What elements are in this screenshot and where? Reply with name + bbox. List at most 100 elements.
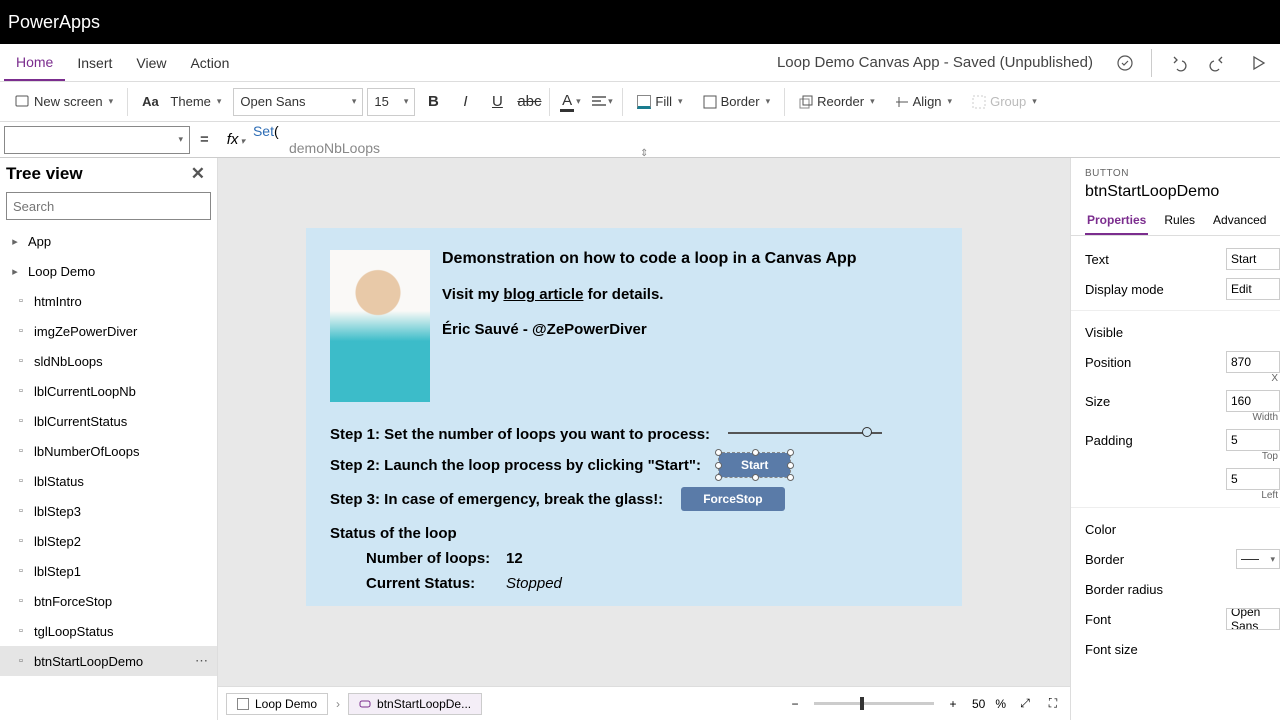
prop-text-input[interactable]: Start xyxy=(1226,248,1280,270)
play-icon[interactable] xyxy=(1244,49,1272,77)
tree-item-label: imgZePowerDiver xyxy=(34,324,137,339)
reorder-button[interactable]: Reorder▾ xyxy=(791,86,883,118)
screen-icon xyxy=(14,94,30,110)
app-checker-icon[interactable] xyxy=(1111,49,1139,77)
close-icon[interactable]: ✕ xyxy=(191,164,205,184)
zoom-pct: % xyxy=(995,697,1006,711)
prop-displaymode-input[interactable]: Edit xyxy=(1226,278,1280,300)
prop-size-width-input[interactable]: 160 xyxy=(1226,390,1280,412)
fit-icon[interactable]: ⤢ xyxy=(1016,696,1034,711)
font-color-button[interactable]: A▾ xyxy=(556,88,584,116)
start-button[interactable]: Start xyxy=(719,453,790,477)
prop-padding-left-input[interactable]: 5 xyxy=(1226,468,1280,490)
more-icon[interactable]: ⋯ xyxy=(195,653,209,669)
prop-displaymode-label: Display mode xyxy=(1085,282,1226,297)
prop-padding-top-input[interactable]: 5 xyxy=(1226,429,1280,451)
control-icon: ▫ xyxy=(14,654,28,668)
tree-item-label: htmIntro xyxy=(34,294,82,309)
prop-visible-label: Visible xyxy=(1085,325,1280,340)
strikethrough-button[interactable]: abc xyxy=(515,88,543,116)
tree-item-label: lblStep3 xyxy=(34,504,81,519)
control-icon: ▫ xyxy=(14,504,28,518)
tab-view[interactable]: View xyxy=(124,44,178,81)
tree-item-Loop Demo[interactable]: ▸Loop Demo xyxy=(0,256,217,286)
card-title: Demonstration on how to code a loop in a… xyxy=(442,250,938,268)
tree-item-htmIntro[interactable]: ▫htmIntro xyxy=(0,286,217,316)
control-icon: ▫ xyxy=(14,594,28,608)
theme-button[interactable]: Aa Theme▾ xyxy=(134,86,229,118)
control-icon: ▫ xyxy=(14,534,28,548)
tree-item-lblCurrentLoopNb[interactable]: ▫lblCurrentLoopNb xyxy=(0,376,217,406)
tree-view-title: Tree view xyxy=(6,164,83,184)
prop-font-input[interactable]: Open Sans xyxy=(1226,608,1280,630)
bold-button[interactable]: B xyxy=(419,88,447,116)
font-select[interactable]: Open Sans▾ xyxy=(233,88,363,116)
tab-insert[interactable]: Insert xyxy=(65,44,124,81)
border-button[interactable]: Border▾ xyxy=(695,86,779,118)
app-title: PowerApps xyxy=(8,12,100,33)
font-size-select[interactable]: 15▾ xyxy=(367,88,415,116)
control-icon: ▫ xyxy=(14,354,28,368)
canvas-footer: Loop Demo › btnStartLoopDe... − + 50 % ⤢… xyxy=(218,686,1070,720)
fx-label[interactable]: fx▾ xyxy=(219,131,253,148)
align-button[interactable]: Align▾ xyxy=(887,86,960,118)
tree-item-label: btnStartLoopDemo xyxy=(34,654,143,669)
tab-action[interactable]: Action xyxy=(178,44,241,81)
tab-rules[interactable]: Rules xyxy=(1162,209,1197,235)
group-button[interactable]: Group▾ xyxy=(964,86,1045,118)
prop-border-input[interactable]: ▾ xyxy=(1236,549,1280,569)
tree-item-lblStatus[interactable]: ▫lblStatus xyxy=(0,466,217,496)
zoom-slider[interactable] xyxy=(814,702,934,705)
blog-link[interactable]: blog article xyxy=(503,286,583,303)
tree-item-btnForceStop[interactable]: ▫btnForceStop xyxy=(0,586,217,616)
tree-item-lblCurrentStatus[interactable]: ▫lblCurrentStatus xyxy=(0,406,217,436)
demo-card: Demonstration on how to code a loop in a… xyxy=(306,228,962,606)
zoom-in-button[interactable]: + xyxy=(944,697,962,711)
prop-color-label: Color xyxy=(1085,522,1280,537)
nloops-value: 12 xyxy=(506,550,523,567)
tree-item-imgZePowerDiver[interactable]: ▫imgZePowerDiver xyxy=(0,316,217,346)
tree-item-sldNbLoops[interactable]: ▫sldNbLoops xyxy=(0,346,217,376)
formula-input[interactable]: Set( demoNbLoops xyxy=(253,122,1276,157)
expand-icon[interactable]: ⛶ xyxy=(1044,696,1062,711)
forcestop-button[interactable]: ForceStop xyxy=(681,487,784,511)
tree-item-tglLoopStatus[interactable]: ▫tglLoopStatus xyxy=(0,616,217,646)
prop-position-x-input[interactable]: 870 xyxy=(1226,351,1280,373)
tree-item-btnStartLoopDemo[interactable]: ▫ btnStartLoopDemo ⋯ xyxy=(0,646,217,676)
author-label: Éric Sauvé - @ZePowerDiver xyxy=(442,321,938,338)
tree-item-lbNumberOfLoops[interactable]: ▫lbNumberOfLoops xyxy=(0,436,217,466)
tree-item-App[interactable]: ▸App xyxy=(0,226,217,256)
tab-advanced[interactable]: Advanced xyxy=(1211,209,1268,235)
prop-padding-label: Padding xyxy=(1085,433,1226,448)
tree-item-lblStep3[interactable]: ▫ lblStep3 xyxy=(0,496,217,526)
control-category: BUTTON xyxy=(1085,168,1280,179)
italic-button[interactable]: I xyxy=(451,88,479,116)
step3-label: Step 3: In case of emergency, break the … xyxy=(330,491,663,508)
menu-bar: Home Insert View Action Loop Demo Canvas… xyxy=(0,44,1280,82)
tab-properties[interactable]: Properties xyxy=(1085,209,1148,235)
property-select[interactable]: ▾ xyxy=(4,126,190,154)
zoom-out-button[interactable]: − xyxy=(786,697,804,711)
tree-item-lblStep1[interactable]: ▫lblStep1 xyxy=(0,556,217,586)
text-align-button[interactable]: ▾ xyxy=(588,88,616,116)
tree-item-lblStep2[interactable]: ▫lblStep2 xyxy=(0,526,217,556)
control-name: btnStartLoopDemo xyxy=(1085,183,1280,201)
format-toolbar: New screen▾ Aa Theme▾ Open Sans▾ 15▾ B I… xyxy=(0,82,1280,122)
redo-icon[interactable] xyxy=(1204,49,1232,77)
tree-item-label: lblStatus xyxy=(34,474,84,489)
search-input[interactable] xyxy=(6,192,211,220)
canvas-area[interactable]: Demonstration on how to code a loop in a… xyxy=(218,158,1070,720)
breadcrumb-screen[interactable]: Loop Demo xyxy=(226,693,328,715)
new-screen-button[interactable]: New screen▾ xyxy=(6,86,121,118)
tab-home[interactable]: Home xyxy=(4,44,65,81)
breadcrumb-control[interactable]: btnStartLoopDe... xyxy=(348,693,482,715)
status-label: Current Status: xyxy=(366,575,506,592)
checkbox-icon xyxy=(237,698,249,710)
control-icon: ▫ xyxy=(14,414,28,428)
underline-button[interactable]: U xyxy=(483,88,511,116)
prop-border-label: Border xyxy=(1085,552,1236,567)
fill-button[interactable]: Fill▾ xyxy=(629,86,690,118)
undo-icon[interactable] xyxy=(1164,49,1192,77)
loops-slider[interactable] xyxy=(728,432,882,434)
control-icon: ▫ xyxy=(14,384,28,398)
